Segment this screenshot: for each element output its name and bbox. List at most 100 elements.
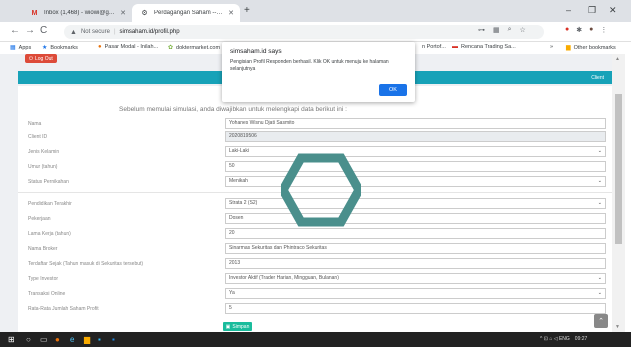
dialog-title: simsaham.id says — [230, 48, 282, 55]
field-label: Status Pernikahan — [28, 179, 69, 185]
save-icon: ▣ — [225, 323, 231, 330]
file-explorer-icon[interactable]: ▆ — [84, 335, 90, 344]
tray-icons[interactable]: ^ ⊡ ⌂ ◁ ENG — [540, 336, 570, 342]
edge-icon[interactable]: e — [70, 335, 74, 344]
close-tab-icon[interactable]: ✕ — [120, 9, 126, 17]
field-label: Pendidikan Terakhir — [28, 201, 72, 207]
select-value: Investor Aktif (Trader Harian, Mingguan,… — [229, 275, 339, 281]
address-bar-icons: ⊶ ▦ ⌕ ☆ — [478, 26, 526, 34]
store-icon[interactable]: ▪ — [98, 335, 101, 344]
key-icon[interactable]: ⊶ — [478, 26, 485, 34]
hexagon-logo — [281, 153, 361, 227]
bookmarks-overflow[interactable]: » — [550, 44, 553, 50]
scroll-to-top-button[interactable]: ⌃ — [594, 314, 608, 328]
form-row-nama-broker: Nama Broker Sinarmas Sekuritas dan Phint… — [28, 243, 606, 255]
bookmark-label: Other bookmarks — [573, 44, 616, 51]
apps-icon: ▦ — [10, 45, 16, 51]
extension-puzzle-icon[interactable]: ✱ — [576, 26, 582, 34]
scroll-up-icon[interactable]: ▲ — [615, 56, 620, 62]
tab-gmail[interactable]: M Inbox (1,468) - wiowi@gmail.com ✕ — [22, 4, 132, 22]
url-text: simsaham.id/profil.php — [119, 29, 180, 35]
logout-button[interactable]: ⏻ Log Out — [25, 54, 57, 63]
extension-icons: ● ✱ ● ⋮ — [565, 26, 607, 34]
site-icon: ● — [98, 44, 102, 50]
tab-simulasi[interactable]: ⚙ Perdagangan Saham -- Simulasi ✕ — [132, 4, 240, 22]
scroll-thumb[interactable] — [615, 94, 622, 244]
bookmark-label: n Portof... — [422, 44, 446, 50]
field-label: Terdaftar Sejak (Tahun masuk di Sekurita… — [28, 261, 144, 267]
menu-icon[interactable]: ⋮ — [600, 26, 607, 34]
tab-title: Inbox (1,468) - wiowi@gmail.com — [44, 10, 115, 16]
terdaftar-sejak-input[interactable]: 2013 — [225, 258, 606, 269]
url-bar[interactable]: ▲ Not secure | simsaham.id/profil.php — [64, 25, 544, 39]
search-icon[interactable]: ○ — [26, 335, 31, 344]
close-tab-icon[interactable]: ✕ — [228, 9, 234, 17]
windows-start-icon[interactable]: ⊞ — [8, 335, 15, 344]
bookmark-bookmarks[interactable]: ★ Bookmarks — [42, 44, 78, 52]
field-label: Pekerjaan — [28, 216, 51, 222]
save-button[interactable]: ▣ Simpan — [223, 322, 252, 331]
security-label: Not secure — [80, 29, 110, 35]
bookmark-label: Apps — [18, 44, 32, 51]
nama-broker-input[interactable]: Sinarmas Sekuritas dan Phintraco Sekurit… — [225, 243, 606, 254]
save-label: Simpan — [232, 323, 250, 330]
nama-input[interactable]: Yohanes Wisnu Djati Sasmito — [225, 118, 606, 129]
bookmark-label: Rencana Trading Sa... — [461, 44, 516, 50]
rata-rata-saham-input[interactable]: 5 — [225, 303, 606, 314]
bookmark-other[interactable]: ▆ Other bookmarks — [566, 44, 616, 52]
avatar[interactable]: ● — [589, 26, 593, 34]
maximize-button[interactable]: ❐ — [588, 5, 596, 16]
chevron-down-icon: ⌄ — [597, 148, 602, 154]
client-id-input: 2020819506 — [225, 131, 606, 142]
field-label: Rata-Rata Jumlah Saham Profit — [28, 306, 99, 312]
form-row-transaksi-online: Transaksi Online Ya ⌄ — [28, 288, 606, 300]
address-bar-row: ← → C ▲ Not secure | simsaham.id/profil.… — [0, 22, 631, 42]
reload-button[interactable]: C — [40, 25, 47, 36]
task-view-icon[interactable]: ▭ — [40, 335, 48, 344]
field-label: Transaksi Online — [28, 291, 66, 297]
word-icon[interactable]: ▪ — [112, 335, 115, 344]
forward-button[interactable]: → — [25, 25, 35, 36]
logout-label: Log Out — [34, 55, 53, 62]
form-row-terdaftar-sejak: Terdaftar Sejak (Tahun masuk di Sekurita… — [28, 258, 606, 270]
minimize-button[interactable]: – — [566, 5, 571, 15]
translate-icon[interactable]: ▦ — [493, 26, 500, 34]
extension-red-icon[interactable]: ● — [565, 26, 569, 34]
transaksi-online-select[interactable]: Ya ⌄ — [225, 288, 606, 299]
clock[interactable]: 09:27 — [575, 336, 588, 342]
vertical-scrollbar[interactable]: ▲ ▼ — [612, 54, 625, 332]
app-icon[interactable]: ● — [55, 335, 60, 344]
bookmark-pasar-modal[interactable]: ● Pasar Modal - Inilah... — [98, 44, 158, 50]
field-label: Umur (tahun) — [28, 164, 58, 170]
ok-button[interactable]: OK — [379, 84, 407, 96]
close-window-button[interactable]: ✕ — [609, 5, 617, 16]
select-value: Laki-Laki — [229, 148, 250, 154]
type-investor-select[interactable]: Investor Aktif (Trader Harian, Mingguan,… — [225, 273, 606, 284]
scroll-down-icon[interactable]: ▼ — [615, 324, 620, 330]
system-tray: ^ ⊡ ⌂ ◁ ENG 09:27 — [540, 336, 587, 342]
bookmark-doktermarket[interactable]: ✿ doktermarket.com — [168, 44, 221, 52]
chevron-up-icon: ⌃ — [598, 318, 604, 325]
field-label: Nama Broker — [28, 246, 58, 252]
browser-tab-strip: M Inbox (1,468) - wiowi@gmail.com ✕ ⚙ Pe… — [0, 0, 631, 22]
form-row-rata-rata-saham: Rata-Rata Jumlah Saham Profit 5 — [28, 303, 606, 315]
bookmark-apps[interactable]: ▦ Apps — [10, 44, 32, 52]
field-label: Type Investor — [28, 276, 59, 282]
back-button[interactable]: ← — [10, 25, 20, 36]
field-label: Lama Kerja (tahun) — [28, 231, 71, 237]
field-label: Client ID — [28, 134, 48, 140]
chevron-down-icon: ⌄ — [597, 200, 602, 206]
page-icon: ⚙ — [141, 10, 148, 17]
bookmark-label: doktermarket.com — [176, 44, 221, 51]
site-icon: ✿ — [168, 45, 174, 51]
star-icon[interactable]: ☆ — [520, 26, 526, 34]
new-tab-button[interactable]: + — [244, 5, 250, 16]
field-label: Jenis Kelamin — [28, 149, 60, 155]
zoom-icon[interactable]: ⌕ — [508, 26, 512, 34]
bookmark-label: Pasar Modal - Inilah... — [104, 44, 159, 50]
form-row-nama: Nama Yohanes Wisnu Djati Sasmito — [28, 118, 606, 130]
bookmark-rencana-trading[interactable]: ▬ Rencana Trading Sa... — [452, 44, 516, 50]
bookmark-portofolio[interactable]: n Portof... — [422, 44, 446, 50]
chevron-down-icon: ⌄ — [597, 178, 602, 184]
tab-title: Perdagangan Saham -- Simulasi — [154, 10, 224, 16]
